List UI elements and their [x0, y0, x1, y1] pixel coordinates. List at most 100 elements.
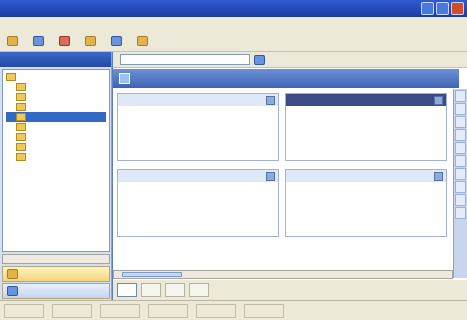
status-bar	[0, 300, 467, 320]
maximize-button[interactable]	[436, 2, 449, 15]
tree-node-8[interactable]	[6, 142, 106, 152]
card-row	[118, 212, 278, 222]
title-bar	[0, 0, 467, 17]
status-field-6	[244, 303, 284, 318]
tree-node-3[interactable]	[6, 92, 106, 102]
contact-card[interactable]	[117, 93, 279, 161]
view-tab-4[interactable]	[189, 283, 209, 297]
tree-node-2[interactable]	[6, 82, 106, 92]
filter-bar	[113, 52, 467, 68]
tree-node-5[interactable]	[6, 112, 106, 122]
view-tab-1[interactable]	[117, 283, 137, 297]
card-title-bar	[118, 94, 278, 106]
toolbar	[0, 31, 467, 52]
folder-icon	[6, 73, 16, 81]
card-row	[286, 212, 446, 222]
field-label	[121, 127, 159, 135]
help-icon	[137, 36, 148, 46]
field-label	[121, 193, 159, 201]
minimize-button[interactable]	[421, 2, 434, 15]
index-tab[interactable]	[455, 181, 466, 193]
card-icon	[434, 95, 443, 105]
view-tab-3[interactable]	[165, 283, 185, 297]
find-icon[interactable]	[254, 54, 265, 65]
card-row	[118, 106, 278, 116]
field-label	[121, 137, 159, 145]
field-label	[289, 137, 327, 145]
contact-folder-icon	[7, 286, 18, 296]
close-button[interactable]	[451, 2, 464, 15]
card-title-bar	[286, 170, 446, 182]
tree-node-4[interactable]	[6, 102, 106, 112]
index-tab[interactable]	[455, 194, 466, 206]
tree-node-9[interactable]	[6, 152, 106, 162]
search-input[interactable]	[120, 54, 250, 65]
folder-header	[113, 69, 459, 88]
toolbar-button-6[interactable]	[134, 34, 154, 48]
tree-scrollbar[interactable]	[2, 254, 110, 264]
card-row	[286, 116, 446, 126]
index-tab[interactable]	[455, 90, 466, 102]
contact-cards	[113, 89, 453, 269]
window-controls	[421, 2, 464, 15]
card-row	[118, 192, 278, 202]
tree-node-6[interactable]	[6, 122, 106, 132]
toolbar-button-2[interactable]	[30, 34, 50, 48]
card-row	[286, 126, 446, 136]
contacts-pane	[113, 52, 467, 300]
index-tab[interactable]	[455, 116, 466, 128]
field-label	[121, 203, 159, 211]
folder-sidebar	[0, 52, 112, 300]
copy-icon	[33, 36, 44, 46]
contact-card[interactable]	[285, 93, 447, 161]
view-tab-2[interactable]	[141, 283, 161, 297]
sidebar-button-1[interactable]	[2, 266, 110, 282]
menu-bar	[0, 17, 467, 31]
field-label	[289, 127, 327, 135]
folder-icon	[16, 153, 26, 161]
index-tab[interactable]	[455, 142, 466, 154]
tree-node-7[interactable]	[6, 132, 106, 142]
index-tab[interactable]	[455, 207, 466, 219]
card-row	[118, 126, 278, 136]
contact-card[interactable]	[117, 169, 279, 237]
card-row	[118, 136, 278, 146]
folder-icon	[16, 123, 26, 131]
folder-icon	[16, 113, 26, 121]
toolbar-button-1[interactable]	[4, 34, 24, 48]
toolbar-button-4[interactable]	[82, 34, 102, 48]
folder-tree	[2, 69, 110, 252]
index-tab[interactable]	[455, 129, 466, 141]
index-tab[interactable]	[455, 103, 466, 115]
tree-node-1[interactable]	[6, 72, 106, 82]
card-title-bar	[118, 170, 278, 182]
field-label	[289, 213, 327, 221]
delete-icon	[59, 36, 70, 46]
card-icon	[266, 171, 275, 181]
toolbar-button-5[interactable]	[108, 34, 128, 48]
sidebar-button-2[interactable]	[2, 283, 110, 299]
toolbar-button-3[interactable]	[56, 34, 76, 48]
card-row	[118, 182, 278, 192]
field-label	[121, 107, 159, 115]
card-icon	[266, 95, 275, 105]
field-label	[289, 203, 327, 211]
status-field-5	[196, 303, 236, 318]
status-field-4	[148, 303, 188, 318]
field-label	[289, 183, 327, 191]
field-label	[121, 213, 159, 221]
status-field-3	[100, 303, 140, 318]
horizontal-scrollbar[interactable]	[113, 270, 453, 279]
alphabet-index	[453, 89, 467, 278]
card-row	[286, 202, 446, 212]
index-tab[interactable]	[455, 155, 466, 167]
card-row	[286, 192, 446, 202]
contact-card[interactable]	[285, 169, 447, 237]
new-contact-icon	[7, 36, 18, 46]
card-row	[286, 136, 446, 146]
index-tab[interactable]	[455, 168, 466, 180]
card-icon	[434, 171, 443, 181]
card-row	[118, 116, 278, 126]
folder-icon	[16, 133, 26, 141]
scroll-thumb[interactable]	[122, 272, 182, 277]
